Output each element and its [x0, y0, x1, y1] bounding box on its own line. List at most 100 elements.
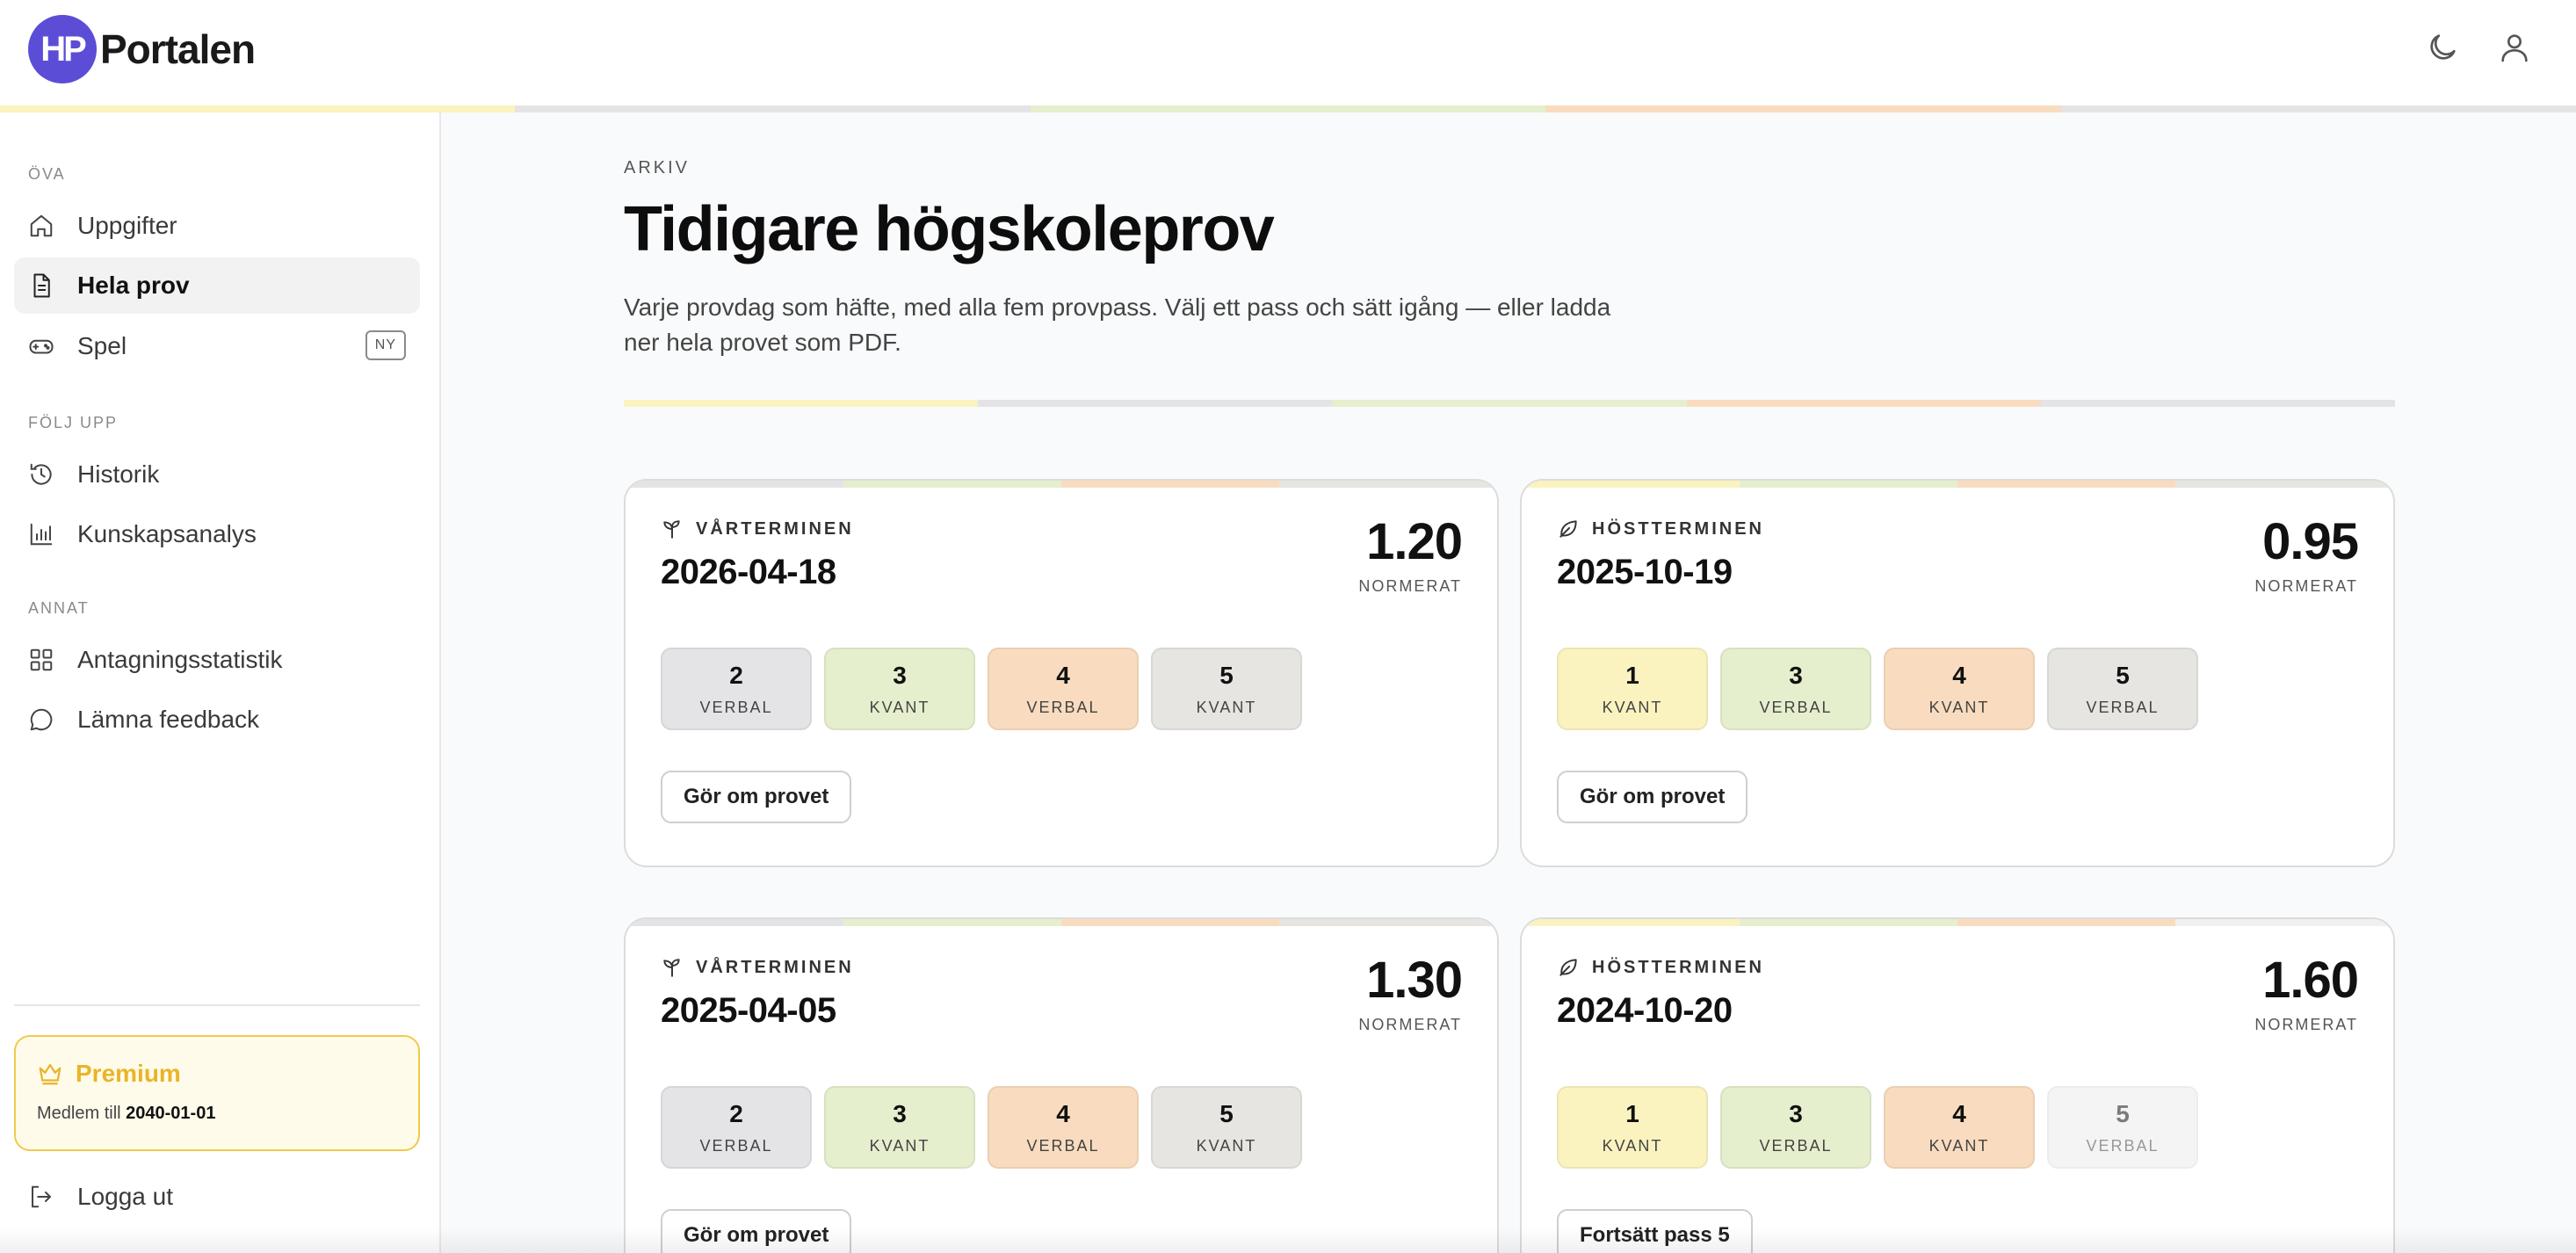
section-label-folj-upp: FÖLJ UPP [28, 414, 119, 431]
card-color-stripe [1522, 919, 2393, 926]
logo-text: Portalen [100, 26, 256, 72]
sidebar-item-spel[interactable]: Spel NY [14, 318, 420, 374]
pass-type: KVANT [869, 1136, 930, 1155]
sidebar-item-label: Spel [77, 332, 127, 359]
sidebar-item-label: Antagningsstatistik [77, 646, 283, 673]
page-title: Tidigare högskoleprov [624, 194, 1275, 264]
user-icon[interactable] [2497, 30, 2532, 65]
logout-icon [28, 1184, 54, 1210]
section-label-ova: ÖVA [28, 165, 66, 183]
pass-tile[interactable]: 3 KVANT [824, 1086, 975, 1169]
pass-number: 3 [1789, 1099, 1803, 1127]
pass-tile[interactable]: 3 KVANT [824, 648, 975, 730]
pass-tile[interactable]: 5 VERBAL [2047, 648, 2198, 730]
sidebar-item-label: Uppgifter [77, 212, 177, 239]
term-text: VÅRTERMINEN [696, 957, 854, 977]
pass-number: 2 [729, 1099, 743, 1127]
sidebar-item-hela-prov[interactable]: Hela prov [14, 257, 420, 314]
premium-card[interactable]: Premium Medlem till 2040-01-01 [14, 1035, 420, 1151]
pass-tile[interactable]: 2 VERBAL [661, 1086, 812, 1169]
logo-badge: HP [28, 15, 97, 83]
pass-tile[interactable]: 1 KVANT [1557, 648, 1708, 730]
pass-number: 3 [1789, 661, 1803, 689]
pass-tile[interactable]: 4 VERBAL [988, 648, 1139, 730]
pass-type: VERBAL [699, 698, 773, 716]
home-icon [28, 213, 54, 239]
premium-member-date: 2040-01-01 [126, 1104, 216, 1123]
history-icon [28, 461, 54, 488]
page-eyebrow: ARKIV [624, 158, 691, 177]
score-value: 0.95 [2262, 513, 2359, 570]
sprout-icon [661, 956, 684, 979]
exam-card: VÅRTERMINEN 2025-04-05 1.30 NORMERAT 2 VE… [624, 917, 1499, 1253]
document-icon [28, 272, 54, 299]
pass-type: KVANT [1928, 1136, 1990, 1155]
crown-icon [37, 1061, 63, 1087]
pass-number: 4 [1952, 661, 1966, 689]
top-actions [2425, 30, 2532, 65]
pass-type: KVANT [1602, 1136, 1663, 1155]
redo-exam-button[interactable]: Gör om provet [1557, 771, 1748, 823]
exam-date: 2026-04-18 [661, 553, 836, 591]
gamepad-icon [28, 333, 54, 359]
pass-tile[interactable]: 4 KVANT [1884, 1086, 2035, 1169]
card-color-stripe [626, 481, 1497, 488]
exam-date: 2025-10-19 [1557, 553, 1733, 591]
sidebar-item-label: Lämna feedback [77, 706, 260, 733]
bottom-shadow [0, 1227, 2576, 1253]
chat-bubble-icon [28, 706, 54, 733]
sidebar-item-label: Hela prov [77, 272, 190, 299]
sidebar-item-antagningsstatistik[interactable]: Antagningsstatistik [14, 632, 420, 688]
pass-tile[interactable]: 5 KVANT [1151, 648, 1302, 730]
pass-tile[interactable]: 2 VERBAL [661, 648, 812, 730]
section-label-annat: ANNAT [28, 599, 90, 617]
pass-type: VERBAL [699, 1136, 773, 1155]
pass-tile[interactable]: 4 KVANT [1884, 648, 2035, 730]
pass-number: 2 [729, 661, 743, 689]
pass-tile[interactable]: 1 KVANT [1557, 1086, 1708, 1169]
bar-chart-icon [28, 521, 54, 547]
sidebar-item-uppgifter[interactable]: Uppgifter [14, 198, 420, 254]
pass-tile[interactable]: 5 KVANT [1151, 1086, 1302, 1169]
pass-type: KVANT [1196, 1136, 1257, 1155]
pass-tile[interactable]: 3 VERBAL [1720, 1086, 1871, 1169]
leaf-icon [1557, 956, 1580, 979]
grid-icon [28, 647, 54, 673]
pass-number: 3 [893, 661, 907, 689]
pass-number: 4 [1952, 1099, 1966, 1127]
pass-type: VERBAL [1759, 698, 1833, 716]
premium-member-prefix: Medlem till [37, 1104, 121, 1123]
card-color-stripe [626, 919, 1497, 926]
premium-label: Premium [76, 1060, 181, 1087]
moon-icon[interactable] [2425, 30, 2460, 65]
logo[interactable]: HP Portalen [28, 15, 256, 83]
exam-card: VÅRTERMINEN 2026-04-18 1.20 NORMERAT 2 VE… [624, 479, 1499, 867]
redo-exam-button[interactable]: Gör om provet [661, 771, 852, 823]
pass-type: VERBAL [1026, 1136, 1100, 1155]
exam-date: 2025-04-05 [661, 991, 836, 1030]
pass-number: 4 [1056, 661, 1070, 689]
sidebar-item-kunskapsanalys[interactable]: Kunskapsanalys [14, 506, 420, 562]
term-text: HÖSTTERMINEN [1592, 518, 1764, 539]
pass-number: 5 [1219, 1099, 1234, 1127]
header-color-stripe [624, 400, 2396, 407]
logout-button[interactable]: Logga ut [28, 1183, 173, 1211]
pass-tile[interactable]: 4 VERBAL [988, 1086, 1139, 1169]
pass-tile[interactable]: 3 VERBAL [1720, 648, 1871, 730]
pass-number: 1 [1625, 1099, 1639, 1127]
logout-label: Logga ut [77, 1183, 173, 1210]
pass-tile-incomplete[interactable]: 5 VERBAL [2047, 1086, 2198, 1169]
sidebar-item-label: Kunskapsanalys [77, 520, 257, 547]
term-label: VÅRTERMINEN [661, 518, 854, 540]
pass-number: 1 [1625, 661, 1639, 689]
score-value: 1.60 [2262, 952, 2359, 1009]
pass-number: 3 [893, 1099, 907, 1127]
sidebar: ÖVA Uppgifter Hela prov Spel NY FÖLJ UPP… [0, 112, 441, 1253]
sidebar-item-historik[interactable]: Historik [14, 446, 420, 503]
pass-number: 4 [1056, 1099, 1070, 1127]
pass-type: KVANT [1196, 698, 1257, 716]
term-text: HÖSTTERMINEN [1592, 957, 1764, 977]
score-value: 1.30 [1366, 952, 1463, 1009]
score-label: NORMERAT [2254, 577, 2358, 595]
sidebar-item-feedback[interactable]: Lämna feedback [14, 692, 420, 748]
